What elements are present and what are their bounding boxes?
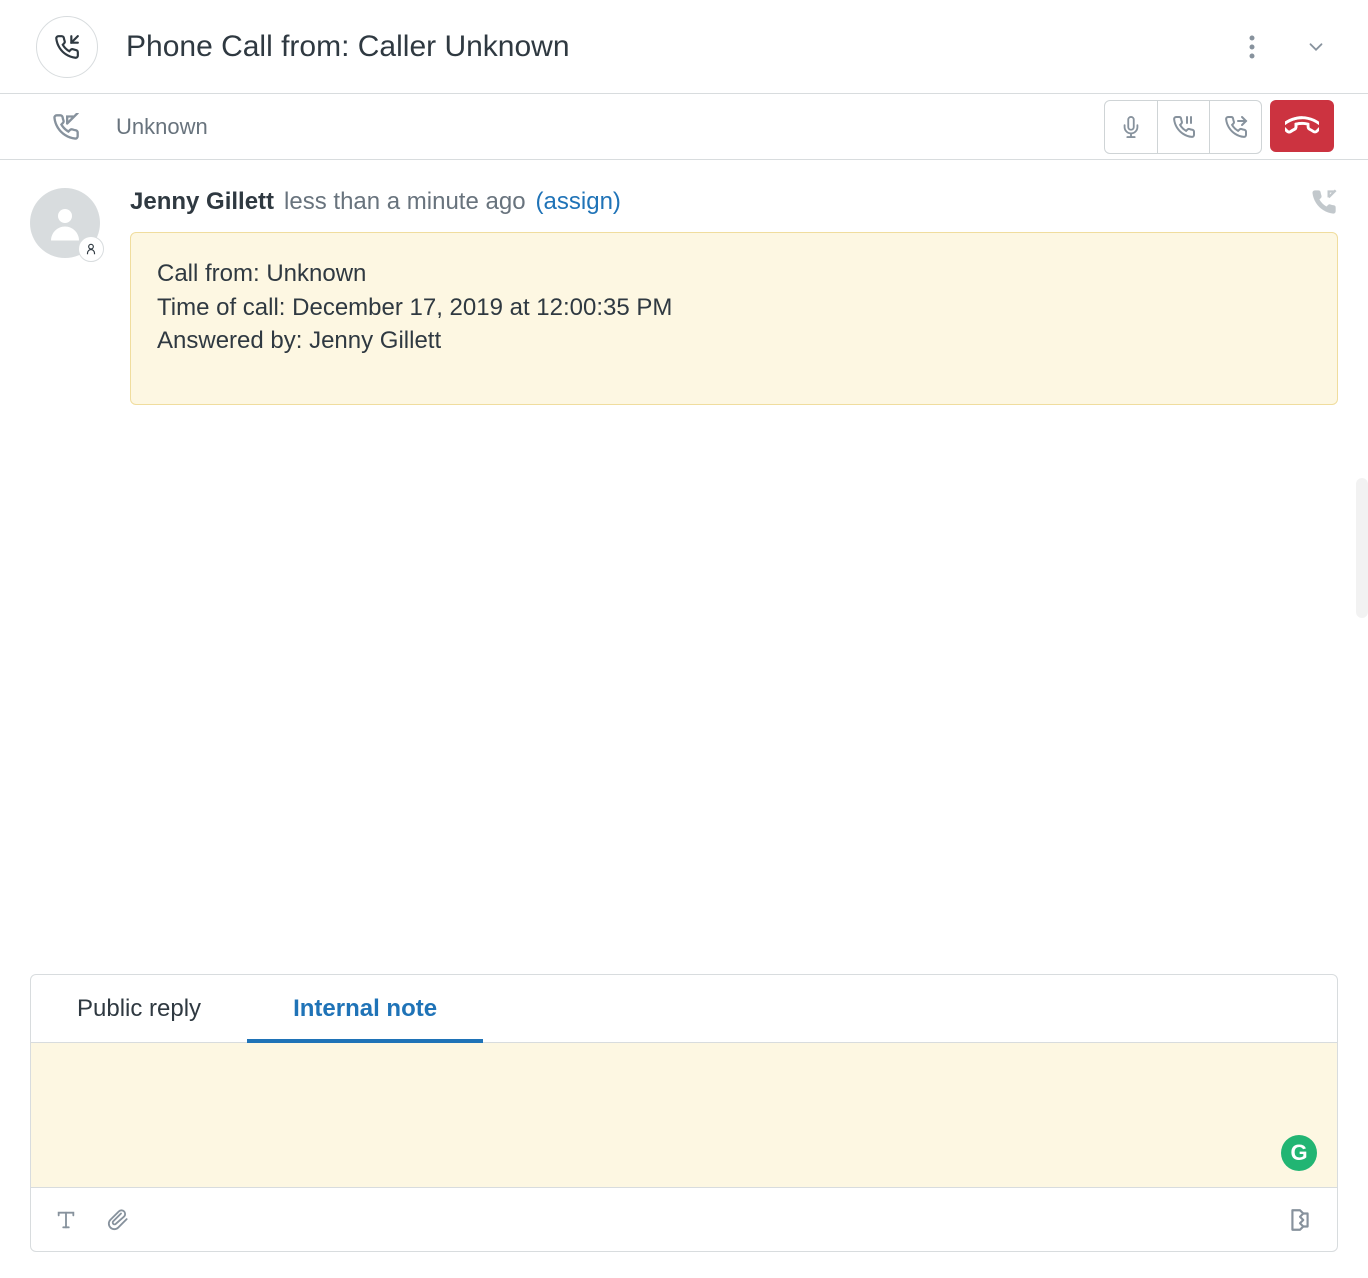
mute-button[interactable] [1105, 101, 1157, 153]
apps-button[interactable] [1287, 1207, 1313, 1233]
note-line: Answered by: Jenny Gillett [157, 324, 1311, 358]
grammarly-badge-icon[interactable]: G [1281, 1135, 1317, 1171]
ticket-title: Phone Call from: Caller Unknown [124, 30, 1208, 64]
tab-internal-note[interactable]: Internal note [247, 975, 483, 1042]
hold-button[interactable] [1157, 101, 1209, 153]
note-line: Time of call: December 17, 2019 at 12:00… [157, 291, 1311, 325]
compose-textarea[interactable] [31, 1043, 1337, 1187]
more-menu-button[interactable] [1234, 29, 1270, 65]
message-timestamp: less than a minute ago [284, 188, 526, 216]
assign-link[interactable]: (assign) [536, 188, 621, 216]
internal-note-message: Call from: Unknown Time of call: Decembe… [130, 232, 1338, 405]
scrollbar[interactable] [1356, 478, 1368, 618]
attach-button[interactable] [107, 1209, 129, 1231]
text-format-button[interactable] [55, 1209, 77, 1231]
message-row: Jenny Gillett less than a minute ago (as… [30, 188, 1338, 405]
ticket-header: Phone Call from: Caller Unknown [0, 0, 1368, 94]
collapse-toggle[interactable] [1298, 29, 1334, 65]
caller-name: Unknown [116, 114, 1068, 140]
tab-public-reply[interactable]: Public reply [31, 975, 247, 1042]
agent-badge-icon [78, 236, 104, 262]
composer: Public reply Internal note G [30, 974, 1338, 1252]
missed-call-icon [52, 113, 80, 141]
channel-phone-icon [1310, 188, 1338, 216]
incoming-call-icon [36, 16, 98, 78]
hangup-button[interactable] [1270, 100, 1334, 152]
active-call-bar: Unknown [0, 94, 1368, 160]
note-line: Call from: Unknown [157, 257, 1311, 291]
message-author: Jenny Gillett [130, 188, 274, 216]
transfer-button[interactable] [1209, 101, 1261, 153]
